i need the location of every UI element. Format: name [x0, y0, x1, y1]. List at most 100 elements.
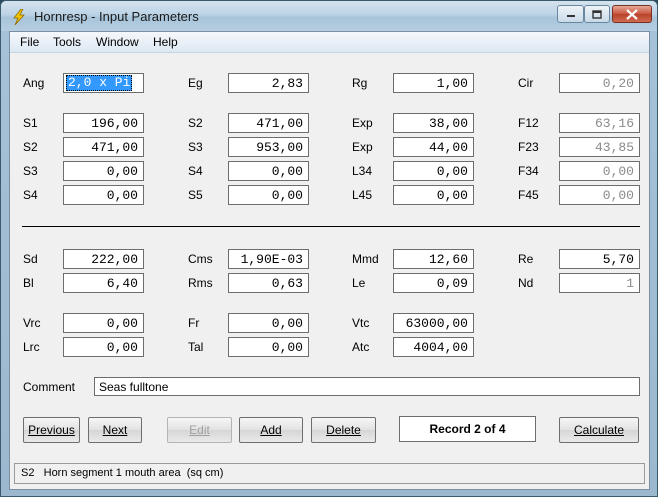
ang-field[interactable]: 2,0 x Pi: [63, 73, 144, 93]
tal-field[interactable]: 0,00: [228, 337, 309, 357]
f23-field: 43,85: [559, 137, 640, 157]
close-icon: [626, 8, 638, 20]
minimize-icon: [566, 15, 575, 17]
maximize-icon: [592, 9, 602, 19]
eg-label: Eg: [188, 76, 203, 90]
s1-label: S1: [23, 116, 38, 130]
comment-field[interactable]: Seas fulltone: [94, 377, 640, 396]
cms-label: Cms: [188, 252, 213, 266]
f12-label: F12: [518, 116, 539, 130]
rg-field[interactable]: 1,00: [393, 73, 474, 93]
title-bar[interactable]: Hornresp - Input Parameters: [1, 1, 657, 31]
le-label: Le: [352, 276, 366, 290]
menu-help[interactable]: Help: [153, 35, 178, 49]
previous-button-label: Previous: [28, 423, 75, 437]
rms-label: Rms: [188, 276, 213, 290]
add-button[interactable]: Add: [239, 417, 303, 443]
fr-label: Fr: [188, 316, 200, 330]
f12-field: 63,16: [559, 113, 640, 133]
s2-field[interactable]: 471,00: [228, 113, 309, 133]
lrc-label: Lrc: [23, 340, 40, 354]
record-indicator: Record 2 of 4: [399, 416, 536, 442]
s3b-field[interactable]: 0,00: [63, 161, 144, 181]
re-field[interactable]: 5,70: [559, 249, 640, 269]
mmd-label: Mmd: [352, 252, 379, 266]
f23-label: F23: [518, 140, 539, 154]
re-label: Re: [518, 252, 534, 266]
s4-field[interactable]: 0,00: [228, 161, 309, 181]
cir-field: 0,20: [559, 73, 640, 93]
previous-button[interactable]: Previous: [23, 417, 80, 443]
exp1-label: Exp: [352, 116, 373, 130]
exp2-field[interactable]: 44,00: [393, 137, 474, 157]
status-bar: S2 Horn segment 1 mouth area (sq cm): [14, 463, 645, 484]
delete-button[interactable]: Delete: [311, 417, 376, 443]
menu-window[interactable]: Window: [96, 35, 139, 49]
l34-field[interactable]: 0,00: [393, 161, 474, 181]
next-button[interactable]: Next: [88, 417, 142, 443]
s2-label: S2: [188, 116, 203, 130]
delete-button-label: Delete: [326, 423, 361, 437]
sd-field[interactable]: 222,00: [63, 249, 144, 269]
cir-label: Cir: [518, 76, 534, 90]
vrc-field[interactable]: 0,00: [63, 313, 144, 333]
s2b-field[interactable]: 471,00: [63, 137, 144, 157]
vrc-label: Vrc: [23, 316, 41, 330]
bl-field[interactable]: 6,40: [63, 273, 144, 293]
nd-field[interactable]: 1: [559, 273, 640, 293]
next-button-label: Next: [102, 423, 128, 437]
maximize-button[interactable]: [584, 5, 610, 23]
fr-field[interactable]: 0,00: [228, 313, 309, 333]
lightning-icon: [13, 9, 25, 25]
comment-label: Comment: [23, 380, 76, 394]
s3b-label: S3: [23, 164, 38, 178]
eg-field[interactable]: 2,83: [228, 73, 309, 93]
edit-button: Edit: [167, 417, 232, 443]
hornresp-window: Hornresp - Input Parameters File Tools W…: [0, 0, 658, 497]
f45-field: 0,00: [559, 185, 640, 205]
s5-field[interactable]: 0,00: [228, 185, 309, 205]
status-text: S2 Horn segment 1 mouth area (sq cm): [21, 467, 224, 479]
s4b-field[interactable]: 0,00: [63, 185, 144, 205]
exp2-label: Exp: [352, 140, 373, 154]
section-divider: [22, 226, 640, 227]
f45-label: F45: [518, 188, 539, 202]
l34-label: L34: [352, 164, 373, 178]
s3-field[interactable]: 953,00: [228, 137, 309, 157]
calculate-button[interactable]: Calculate: [559, 417, 639, 443]
menu-tools[interactable]: Tools: [53, 35, 81, 49]
s3-label: S3: [188, 140, 203, 154]
input-parameters-panel: File Tools Window Help Ang 2,0 x Pi Eg 2…: [9, 31, 650, 490]
minimize-button[interactable]: [557, 5, 584, 23]
nd-label: Nd: [518, 276, 534, 290]
s4b-label: S4: [23, 188, 38, 202]
s1-field[interactable]: 196,00: [63, 113, 144, 133]
s2b-label: S2: [23, 140, 38, 154]
menu-file[interactable]: File: [20, 35, 39, 49]
s4-label: S4: [188, 164, 203, 178]
add-button-label: Add: [260, 423, 282, 437]
ang-value: 2,0 x Pi: [66, 75, 133, 91]
lrc-field[interactable]: 0,00: [63, 337, 144, 357]
s5-label: S5: [188, 188, 203, 202]
f34-field: 0,00: [559, 161, 640, 181]
menu-bar: File Tools Window Help: [10, 32, 649, 53]
vtc-label: Vtc: [352, 316, 370, 330]
ang-label: Ang: [23, 76, 45, 90]
l45-field[interactable]: 0,00: [393, 185, 474, 205]
rg-label: Rg: [352, 76, 368, 90]
atc-label: Atc: [352, 340, 370, 354]
exp1-field[interactable]: 38,00: [393, 113, 474, 133]
mmd-field[interactable]: 12,60: [393, 249, 474, 269]
rms-field[interactable]: 0,63: [228, 273, 309, 293]
sd-label: Sd: [23, 252, 38, 266]
close-button[interactable]: [612, 5, 652, 23]
le-field[interactable]: 0,09: [393, 273, 474, 293]
cms-field[interactable]: 1,90E-03: [228, 249, 309, 269]
edit-button-label: Edit: [189, 423, 210, 437]
f34-label: F34: [518, 164, 539, 178]
vtc-field[interactable]: 63000,00: [393, 313, 474, 333]
atc-field[interactable]: 4004,00: [393, 337, 474, 357]
bl-label: Bl: [23, 276, 34, 290]
tal-label: Tal: [188, 340, 204, 354]
